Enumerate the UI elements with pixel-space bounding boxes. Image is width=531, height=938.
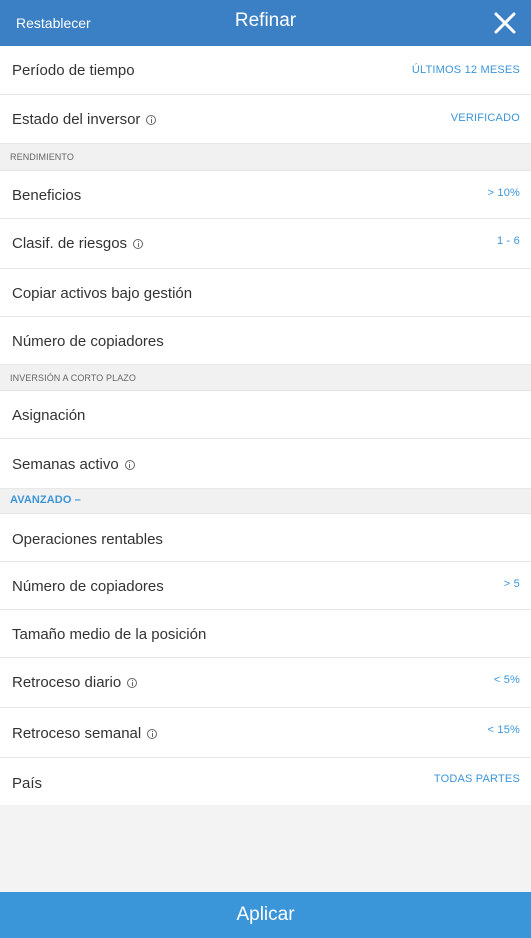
header-bar: Restablecer Refinar [0,0,531,46]
apply-button[interactable]: Aplicar [0,892,531,938]
filter-row-operaciones[interactable]: Operaciones rentables [0,514,531,562]
filter-label: Estado del inversor [12,111,141,128]
info-icon[interactable] [146,115,157,126]
filter-row-asignacion[interactable]: Asignación [0,391,531,439]
filter-value: < 15% [487,724,520,736]
section-title: INVERSIÓN A CORTO PLAZO [10,373,137,383]
filter-value: < 5% [493,674,520,686]
filter-value: 1 - 6 [496,235,520,247]
filter-label: Número de copiadores [12,578,164,595]
section-header-avanzado[interactable]: AVANZADO – [0,489,531,514]
section-header-rendimiento: RENDIMIENTO [0,144,531,171]
filter-row-riesgos[interactable]: Clasif. de riesgos 1 - 6 [0,219,531,269]
filter-row-copiadores-2[interactable]: Número de copiadores > 5 [0,562,531,610]
section-toggle[interactable]: AVANZADO – [10,494,81,506]
filter-row-activos[interactable]: Copiar activos bajo gestión [0,269,531,317]
filter-label: Beneficios [12,187,82,204]
filter-value: TODAS PARTES [433,773,520,785]
filter-row-tamano[interactable]: Tamaño medio de la posición [0,610,531,658]
filter-row-semanal[interactable]: Retroceso semanal < 15% [0,708,531,758]
filter-row-beneficios[interactable]: Beneficios > 10% [0,171,531,219]
filter-label: Asignación [12,407,86,424]
section-header-corto-plazo: INVERSIÓN A CORTO PLAZO [0,365,531,391]
filter-row-diario[interactable]: Retroceso diario < 5% [0,658,531,708]
filter-row-pais[interactable]: País TODAS PARTES [0,758,531,805]
filter-label: Tamaño medio de la posición [12,626,207,643]
info-icon[interactable] [127,678,138,689]
section-title: RENDIMIENTO [10,152,74,162]
filter-value: VERIFICADO [450,112,520,124]
filter-row-semanas[interactable]: Semanas activo [0,439,531,489]
filter-label: Número de copiadores [12,333,164,350]
filter-label: Período de tiempo [12,62,135,79]
close-icon[interactable] [491,9,519,37]
info-icon[interactable] [147,729,158,740]
filter-row-copiadores-1[interactable]: Número de copiadores [0,317,531,365]
filter-label: Clasif. de riesgos [12,235,128,252]
filter-label: Copiar activos bajo gestión [12,285,193,302]
info-icon[interactable] [133,239,144,250]
filter-value: > 10% [487,187,520,199]
page-title: Refinar [234,10,297,31]
filter-label: País [12,775,43,792]
filter-value: > 5 [503,578,520,590]
filter-value: ÚLTIMOS 12 MESES [411,64,520,76]
filter-label: Semanas activo [12,456,119,473]
filter-label: Retroceso diario [12,674,122,691]
filter-list: Período de tiempo ÚLTIMOS 12 MESES Estad… [0,46,531,805]
filter-row-estado[interactable]: Estado del inversor VERIFICADO [0,95,531,144]
filter-label: Operaciones rentables [12,531,163,548]
filter-row-periodo[interactable]: Período de tiempo ÚLTIMOS 12 MESES [0,46,531,95]
info-icon[interactable] [124,460,135,471]
filter-label: Retroceso semanal [12,725,142,742]
